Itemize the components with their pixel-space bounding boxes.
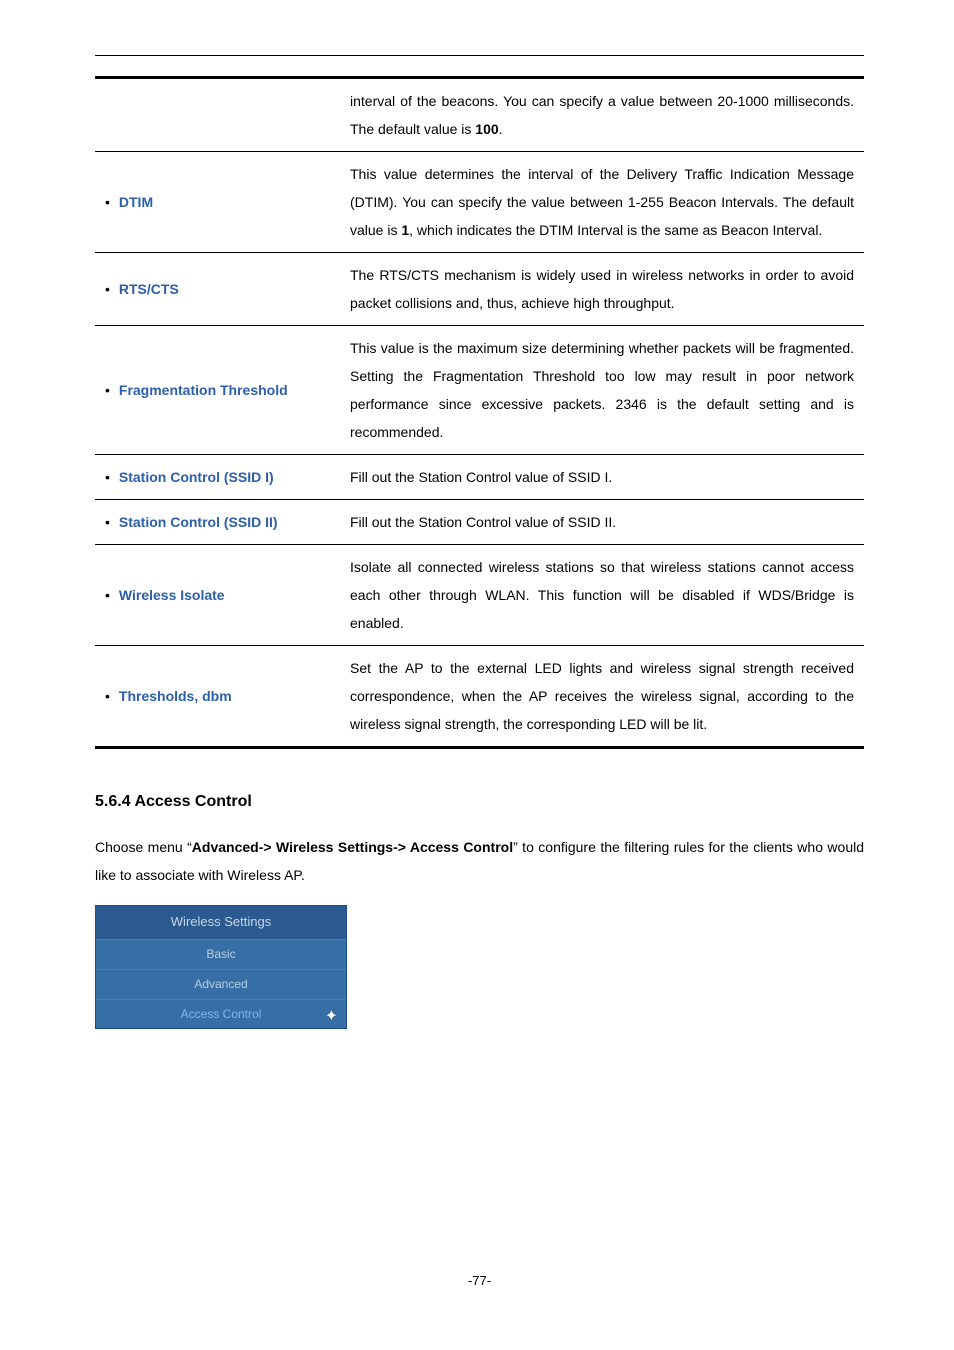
top-rule (95, 55, 864, 56)
dtim-desc: This value determines the interval of th… (340, 152, 864, 253)
rts-cts-desc-pre: The RTS/CTS mechanism is widely used in … (350, 267, 854, 311)
thresholds-dbm-desc-pre: Set the AP to the external LED lights an… (350, 660, 854, 732)
wireless-isolate-desc-pre: Isolate all connected wireless stations … (350, 559, 854, 631)
bullet-icon: • (105, 508, 115, 536)
table-row: • RTS/CTSThe RTS/CTS mechanism is widely… (95, 253, 864, 326)
station-control-ssid-2-desc-pre: Fill out the Station Control value of SS… (350, 514, 616, 530)
table-row: interval of the beacons. You can specify… (95, 78, 864, 152)
dtim-label: • DTIM (95, 152, 340, 253)
station-control-ssid-1-desc: Fill out the Station Control value of SS… (340, 455, 864, 500)
bullet-icon: • (105, 376, 115, 404)
section-heading: 5.6.4 Access Control (95, 787, 864, 817)
thresholds-dbm-desc: Set the AP to the external LED lights an… (340, 646, 864, 748)
nav-item-access-control[interactable]: Access Control ✦ (96, 999, 346, 1029)
station-control-ssid-2-desc: Fill out the Station Control value of SS… (340, 500, 864, 545)
body-pre: Choose menu “ (95, 839, 192, 855)
fragmentation-threshold-desc: This value is the maximum size determini… (340, 326, 864, 455)
bullet-icon: • (105, 463, 115, 491)
thresholds-dbm-label: • Thresholds, dbm (95, 646, 340, 748)
station-control-ssid-2-label: • Station Control (SSID II) (95, 500, 340, 545)
station-control-ssid-1-desc-pre: Fill out the Station Control value of SS… (350, 469, 612, 485)
params-table: interval of the beacons. You can specify… (95, 76, 864, 749)
bullet-icon: • (105, 275, 115, 303)
fragmentation-threshold-label-text: Fragmentation Threshold (119, 382, 288, 398)
beacon-row-desc-bold: 100 (475, 121, 498, 137)
bullet-icon: • (105, 682, 115, 710)
table-row: • Thresholds, dbmSet the AP to the exter… (95, 646, 864, 748)
table-row: • DTIMThis value determines the interval… (95, 152, 864, 253)
fragmentation-threshold-label: • Fragmentation Threshold (95, 326, 340, 455)
wireless-isolate-label: • Wireless Isolate (95, 545, 340, 646)
nav-item-basic[interactable]: Basic (96, 939, 346, 969)
cursor-icon: ✦ (325, 1002, 338, 1032)
nav-item-access-control-label: Access Control (181, 1007, 262, 1021)
table-row: • Wireless IsolateIsolate all connected … (95, 545, 864, 646)
thresholds-dbm-label-text: Thresholds, dbm (119, 688, 232, 704)
dtim-desc-bold: 1 (401, 222, 409, 238)
table-row: • Station Control (SSID I) Fill out the S… (95, 455, 864, 500)
table-row: • Fragmentation ThresholdThis value is t… (95, 326, 864, 455)
station-control-ssid-1-label: • Station Control (SSID I) (95, 455, 340, 500)
section-body: Choose menu “Advanced-> Wireless Setting… (95, 833, 864, 889)
wireless-isolate-desc: Isolate all connected wireless stations … (340, 545, 864, 646)
rts-cts-desc: The RTS/CTS mechanism is widely used in … (340, 253, 864, 326)
bullet-icon: • (105, 581, 115, 609)
wireless-settings-nav: Wireless Settings Basic Advanced Access … (95, 905, 347, 1029)
fragmentation-threshold-desc-pre: This value is the maximum size determini… (350, 340, 854, 440)
bullet-icon: • (105, 188, 115, 216)
nav-header: Wireless Settings (96, 906, 346, 939)
table-row: • Station Control (SSID II) Fill out the … (95, 500, 864, 545)
dtim-desc-post: , which indicates the DTIM Interval is t… (409, 222, 822, 238)
wireless-isolate-label-text: Wireless Isolate (119, 587, 225, 603)
dtim-label-text: DTIM (119, 194, 153, 210)
nav-item-advanced[interactable]: Advanced (96, 969, 346, 999)
rts-cts-label-text: RTS/CTS (119, 281, 179, 297)
station-control-ssid-2-label-text: Station Control (SSID II) (119, 514, 278, 530)
station-control-ssid-1-label-text: Station Control (SSID I) (119, 469, 274, 485)
rts-cts-label: • RTS/CTS (95, 253, 340, 326)
beacon-row-desc-post: . (499, 121, 503, 137)
body-bold: Advanced-> Wireless Settings-> Access Co… (192, 839, 513, 855)
beacon-row-desc: interval of the beacons. You can specify… (340, 78, 864, 152)
beacon-row-label (95, 78, 340, 152)
beacon-row-desc-pre: interval of the beacons. You can specify… (350, 93, 854, 137)
page-number: -77- (95, 1269, 864, 1294)
